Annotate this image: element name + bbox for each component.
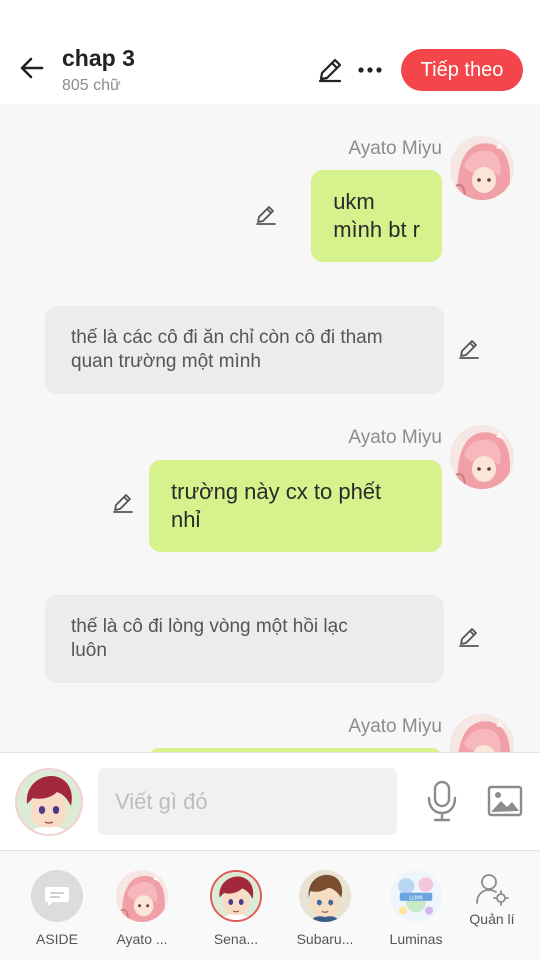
character-label: Luminas	[389, 931, 443, 947]
pencil-icon[interactable]	[314, 54, 346, 86]
character-name: Ayato Miyu	[348, 138, 442, 159]
character-label: Quản lí	[469, 911, 515, 927]
message-input[interactable]	[98, 768, 397, 835]
character-luminas[interactable]: Luminas	[376, 870, 456, 947]
composer	[0, 752, 540, 851]
word-count: 805 chữ	[62, 77, 121, 94]
manage-characters-button[interactable]: Quản lí	[452, 872, 532, 927]
avatar	[116, 870, 168, 922]
character-label: ASIDE	[35, 931, 78, 947]
character-label: Sena...	[213, 931, 259, 947]
character-bar: ASIDE Ayato ... Sena... Subaru... Lumina…	[0, 852, 540, 960]
avatar	[299, 870, 351, 922]
avatar	[210, 870, 262, 922]
user-settings-icon	[475, 872, 509, 906]
avatar[interactable]	[450, 136, 514, 200]
character-name: Ayato Miyu	[348, 427, 442, 448]
edit-message-icon[interactable]	[454, 334, 484, 364]
image-icon[interactable]	[485, 781, 525, 821]
edit-message-icon[interactable]	[251, 200, 281, 230]
next-button[interactable]: Tiếp theo	[401, 49, 523, 91]
current-character-avatar[interactable]	[15, 768, 83, 836]
aside-chat-icon	[31, 870, 83, 922]
more-dots-icon[interactable]	[354, 54, 386, 86]
avatar	[390, 870, 442, 922]
message-bubble[interactable]: ukm mình bt r	[311, 170, 442, 262]
narration-bubble[interactable]: thế là cô đi lòng vòng một hồi lạc luôn	[45, 595, 444, 683]
character-aside[interactable]: ASIDE	[17, 870, 97, 947]
message-bubble[interactable]: trường này cx to phết nhỉ	[149, 460, 442, 552]
chapter-title: chap 3	[62, 45, 135, 71]
character-sena[interactable]: Sena...	[196, 870, 276, 947]
character-ayato[interactable]: Ayato ...	[102, 870, 182, 947]
microphone-icon[interactable]	[424, 779, 460, 823]
character-name: Ayato Miyu	[348, 716, 442, 737]
narration-bubble[interactable]: thế là các cô đi ăn chỉ còn cô đi tham q…	[45, 306, 444, 394]
top-bar: chap 3 805 chữ Tiếp theo	[0, 0, 540, 104]
avatar[interactable]	[450, 425, 514, 489]
avatar[interactable]	[450, 714, 514, 752]
chat-area[interactable]: Ayato Miyu ukm mình bt r thế là các cô đ…	[0, 104, 540, 752]
character-label: Subaru...	[296, 931, 354, 947]
edit-message-icon[interactable]	[108, 488, 138, 518]
edit-message-icon[interactable]	[454, 622, 484, 652]
back-arrow-icon[interactable]	[14, 50, 50, 86]
character-subaru[interactable]: Subaru...	[285, 870, 365, 947]
character-label: Ayato ...	[116, 931, 168, 947]
